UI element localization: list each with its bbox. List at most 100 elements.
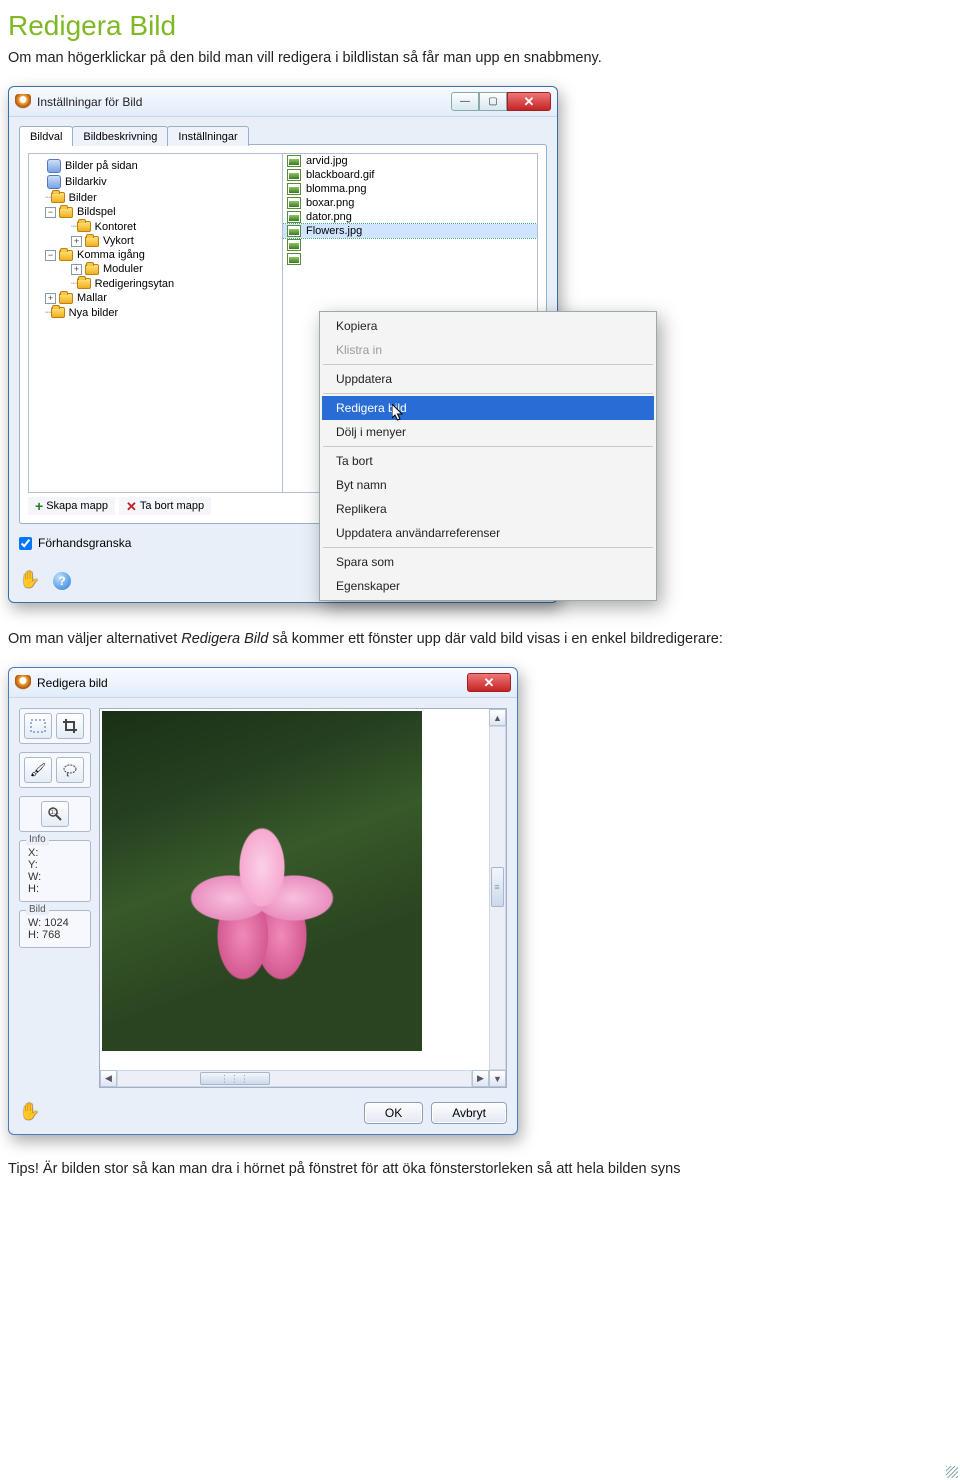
scroll-track[interactable]: ≡ — [489, 726, 506, 1070]
file-row[interactable] — [283, 238, 537, 252]
file-row-selected[interactable]: Flowers.jpg — [283, 224, 537, 238]
minimize-button[interactable]: — — [451, 92, 479, 111]
scroll-left-icon[interactable]: ◀ — [100, 1070, 117, 1087]
titlebar[interactable]: Redigera bild ✕ — [9, 668, 517, 698]
folder-icon — [51, 307, 65, 318]
cm-save-as[interactable]: Spara som — [322, 550, 654, 574]
scroll-down-icon[interactable]: ▼ — [489, 1070, 506, 1087]
tab-bildval[interactable]: Bildval — [19, 126, 73, 146]
file-row[interactable]: boxar.png — [283, 196, 537, 210]
tree-item[interactable]: Bildarkiv — [31, 174, 280, 190]
tree-label: Mallar — [77, 292, 107, 304]
tree-label: Bildarkiv — [65, 176, 107, 188]
delete-folder-button[interactable]: ✕Ta bort mapp — [119, 497, 211, 515]
cm-replicate[interactable]: Replikera — [322, 497, 654, 521]
cm-edit-image[interactable]: Redigera bild — [322, 396, 654, 420]
zoom-tool[interactable]: 1:1 — [41, 801, 69, 827]
tree-item[interactable]: − Bildspel — [31, 205, 280, 219]
expand-icon[interactable]: + — [71, 236, 82, 247]
file-row[interactable]: dator.png — [283, 210, 537, 224]
tree-label: Bilder på sidan — [65, 160, 138, 172]
tree-label: Kontoret — [95, 221, 137, 233]
resize-handle[interactable] — [946, 1466, 958, 1478]
bild-h: H: 768 — [28, 929, 84, 941]
tab-bildbeskrivning[interactable]: Bildbeskrivning — [72, 126, 168, 146]
scroll-track[interactable]: ⋮⋮⋮ — [117, 1070, 472, 1087]
bild-w: W: 1024 — [28, 917, 84, 929]
tree-item[interactable]: +Vykort — [31, 234, 280, 248]
image-icon — [287, 169, 301, 181]
cm-paste: Klistra in — [322, 338, 654, 362]
cm-refresh[interactable]: Uppdatera — [322, 367, 654, 391]
tree-item[interactable]: ┈Bilder — [31, 190, 280, 205]
panel-legend: Info — [26, 834, 49, 845]
folder-icon — [85, 236, 99, 247]
select-tool[interactable] — [24, 713, 52, 739]
folder-tree[interactable]: Bilder på sidan Bildarkiv ┈Bilder − Bilds… — [28, 153, 283, 493]
hand-icon[interactable] — [19, 1102, 45, 1124]
settings-dialog: Inställningar för Bild — ▢ ✕ Bildval Bil… — [8, 86, 558, 603]
tree-item[interactable]: + Mallar — [31, 291, 280, 305]
help-icon[interactable]: ? — [53, 572, 71, 590]
tab-installningar[interactable]: Inställningar — [167, 126, 248, 146]
file-row[interactable] — [283, 252, 537, 266]
tree-item[interactable]: −Komma igång — [31, 248, 280, 262]
cm-rename[interactable]: Byt namn — [322, 473, 654, 497]
hand-icon[interactable] — [19, 570, 45, 592]
tree-item[interactable]: ┈Kontoret — [31, 219, 280, 234]
new-folder-button[interactable]: +Skapa mapp — [28, 497, 115, 515]
scroll-thumb[interactable]: ≡ — [491, 867, 504, 907]
scrollbar-vertical[interactable]: ▲ ≡ ▼ — [489, 709, 506, 1087]
tool-group-zoom: 1:1 — [19, 796, 91, 832]
scroll-thumb[interactable]: ⋮⋮⋮ — [200, 1072, 270, 1085]
tree-item[interactable]: ┈Nya bilder — [31, 305, 280, 320]
tree-label: Nya bilder — [69, 307, 119, 319]
menu-separator — [323, 446, 653, 447]
cm-update-refs[interactable]: Uppdatera användarreferenser — [322, 521, 654, 545]
folder-icon — [59, 293, 73, 304]
text-part: Om man väljer alternativet — [8, 631, 181, 647]
expand-icon[interactable]: + — [71, 264, 82, 275]
crop-tool[interactable] — [56, 713, 84, 739]
collapse-icon[interactable]: − — [45, 207, 56, 218]
close-button[interactable]: ✕ — [467, 673, 511, 692]
tree-label: Bildspel — [77, 206, 116, 218]
tree-item[interactable]: +Moduler — [31, 262, 280, 276]
file-row[interactable]: blackboard.gif — [283, 168, 537, 182]
file-row[interactable]: blomma.png — [283, 182, 537, 196]
folder-icon — [51, 192, 65, 203]
cm-hide[interactable]: Dölj i menyer — [322, 420, 654, 444]
titlebar[interactable]: Inställningar för Bild — ▢ ✕ — [9, 87, 557, 117]
expand-icon[interactable]: + — [45, 293, 56, 304]
image-icon — [287, 183, 301, 195]
tree-item[interactable]: ┈Redigeringsytan — [31, 276, 280, 291]
close-button[interactable]: ✕ — [507, 92, 551, 111]
cm-properties[interactable]: Egenskaper — [322, 574, 654, 598]
info-y: Y: — [28, 859, 84, 871]
cancel-button[interactable]: Avbryt — [431, 1102, 507, 1124]
brush-tool[interactable]: 🖌 — [24, 757, 52, 783]
scroll-right-icon[interactable]: ▶ — [472, 1070, 489, 1087]
ok-button[interactable]: OK — [364, 1102, 423, 1124]
file-name: arvid.jpg — [306, 155, 348, 167]
info-w: W: — [28, 871, 84, 883]
maximize-button[interactable]: ▢ — [479, 92, 507, 111]
scroll-up-icon[interactable]: ▲ — [489, 709, 506, 726]
x-icon: ✕ — [126, 500, 137, 513]
page-title: Redigera Bild — [8, 10, 952, 42]
tree-item[interactable]: Bilder på sidan — [31, 158, 280, 174]
preview-checkbox[interactable] — [19, 537, 32, 550]
image-canvas[interactable]: ▲ ≡ ▼ ◀ ⋮⋮⋮ ▶ — [99, 708, 507, 1088]
tree-label: Redigeringsytan — [95, 278, 175, 290]
svg-text:1:1: 1:1 — [51, 810, 60, 816]
collapse-icon[interactable]: − — [45, 250, 56, 261]
cm-copy[interactable]: Kopiera — [322, 314, 654, 338]
panel-legend: Bild — [26, 904, 49, 915]
file-name: blackboard.gif — [306, 169, 375, 181]
file-row[interactable]: arvid.jpg — [283, 154, 537, 168]
cm-delete[interactable]: Ta bort — [322, 449, 654, 473]
lasso-tool[interactable] — [56, 757, 84, 783]
scrollbar-horizontal[interactable]: ◀ ⋮⋮⋮ ▶ — [100, 1070, 489, 1087]
archive-icon — [47, 175, 61, 189]
file-name: boxar.png — [306, 197, 354, 209]
